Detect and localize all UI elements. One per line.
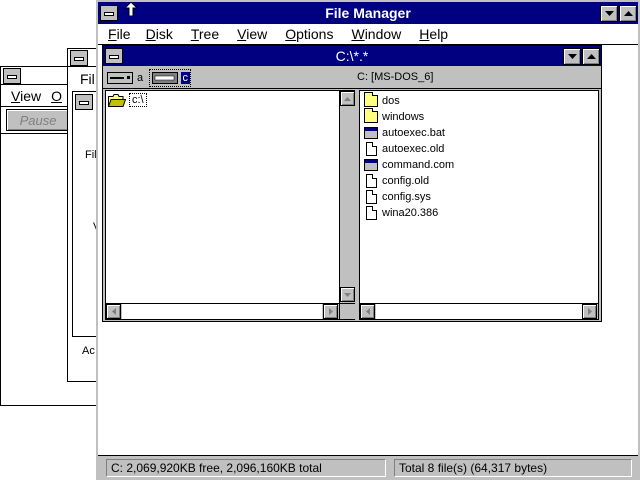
file-name: autoexec.old	[382, 143, 445, 155]
status-disk-info-text: C: 2,069,920KB free, 2,096,160KB total	[111, 461, 322, 475]
menu-file[interactable]: File	[98, 26, 137, 42]
status-file-info: Total 8 file(s) (64,317 bytes)	[394, 459, 632, 477]
left-arrow-icon	[111, 308, 116, 315]
maximize-arrow-icon	[586, 53, 596, 59]
volume-label: C: [MS-DOS_6]	[357, 71, 434, 83]
right-arrow-icon	[587, 308, 592, 315]
menu-help[interactable]: Help	[410, 26, 457, 42]
file-item[interactable]: autoexec.old	[364, 141, 444, 157]
scroll-left-button[interactable]	[360, 304, 375, 319]
scroll-right-button[interactable]	[582, 304, 597, 319]
background-window-2-text-1: Fil	[85, 149, 97, 161]
menu-o[interactable]: O	[47, 88, 66, 104]
file-list-pane: dos windows autoexec.bat autoexec.old co…	[359, 90, 599, 320]
window-title: File Manager	[325, 5, 411, 21]
status-bar: C: 2,069,920KB free, 2,096,160KB total T…	[98, 455, 638, 480]
file-manager-titlebar[interactable]: File Manager	[98, 2, 638, 24]
file-name: command.com	[382, 159, 455, 171]
file-manager-menu-bar: File Disk Tree View Options Window Help	[98, 24, 638, 45]
program-file-icon	[364, 127, 378, 139]
file-name: config.sys	[382, 191, 431, 203]
drive-a-label: a	[137, 72, 144, 84]
drive-a[interactable]: a	[107, 70, 147, 86]
scrollbar-corner	[339, 303, 355, 319]
background-window-1-menu: View O	[1, 87, 66, 105]
mouse-cursor-icon	[125, 2, 137, 16]
scroll-track[interactable]	[376, 304, 582, 319]
file-name: windows	[382, 111, 425, 123]
scroll-down-button[interactable]	[340, 287, 355, 302]
file-item[interactable]: dos	[364, 92, 400, 109]
menu-tree[interactable]: Tree	[182, 26, 228, 42]
floppy-drive-icon	[107, 72, 133, 84]
maximize-arrow-icon	[623, 10, 633, 16]
file-item[interactable]: windows	[364, 108, 425, 125]
maximize-button[interactable]	[619, 5, 637, 22]
menu-view[interactable]: View	[228, 26, 276, 42]
status-file-info-text: Total 8 file(s) (64,317 bytes)	[399, 461, 548, 475]
file-name: config.old	[382, 175, 430, 187]
tree-item-root[interactable]: c:\	[108, 92, 147, 108]
document-file-icon	[366, 174, 377, 188]
pause-button[interactable]: Pause	[6, 109, 70, 131]
system-menu-icon[interactable]	[100, 5, 118, 21]
document-file-icon	[366, 190, 377, 204]
file-list: dos windows autoexec.bat autoexec.old co…	[364, 92, 564, 293]
tree-horizontal-scrollbar[interactable]	[106, 303, 339, 319]
system-menu-icon[interactable]	[75, 94, 93, 110]
document-file-icon	[366, 206, 377, 220]
file-list-horizontal-scrollbar[interactable]	[360, 303, 598, 319]
tree-vertical-scrollbar[interactable]	[339, 91, 355, 303]
minimize-arrow-icon	[604, 10, 614, 16]
folder-icon	[364, 92, 378, 107]
file-name: wina20.386	[382, 207, 439, 219]
system-menu-icon[interactable]	[70, 50, 88, 66]
minimize-arrow-icon	[567, 53, 577, 59]
scroll-left-button[interactable]	[106, 304, 121, 319]
file-item[interactable]: command.com	[364, 157, 454, 173]
program-file-icon	[364, 159, 378, 171]
menu-disk[interactable]: Disk	[137, 26, 182, 42]
file-item[interactable]: autoexec.bat	[364, 125, 445, 141]
status-disk-info: C: 2,069,920KB free, 2,096,160KB total	[106, 459, 386, 477]
directory-window-title: C:\*.*	[335, 48, 369, 64]
tree-item-label: c:\	[129, 93, 147, 107]
down-arrow-icon	[344, 292, 351, 297]
drive-bar: a c C: [MS-DOS_6]	[103, 67, 601, 89]
file-item[interactable]: config.old	[364, 173, 429, 189]
background-window-2-text-3: Ac	[82, 345, 95, 357]
scroll-up-button[interactable]	[340, 91, 355, 106]
right-arrow-icon	[328, 308, 333, 315]
menu-window[interactable]: Window	[342, 26, 410, 42]
file-name: dos	[382, 95, 400, 107]
document-file-icon	[366, 142, 377, 156]
hard-drive-icon	[152, 72, 178, 84]
file-item[interactable]: config.sys	[364, 189, 431, 205]
scroll-track[interactable]	[122, 304, 322, 319]
system-menu-icon[interactable]	[105, 48, 123, 64]
system-menu-icon[interactable]	[3, 68, 21, 84]
open-folder-icon	[108, 93, 126, 107]
background-window-2-menu-file[interactable]: Fil	[80, 71, 95, 87]
drive-c-label: c	[180, 72, 190, 84]
menu-view[interactable]: View	[1, 88, 47, 104]
tree-pane: c:\	[105, 90, 355, 320]
directory-window: C:\*.* a c C: [MS-DOS_6] c:\ dos windows…	[102, 45, 602, 322]
directory-window-titlebar[interactable]: C:\*.*	[103, 46, 601, 66]
file-manager-window: File Manager File Disk Tree View Options…	[96, 0, 640, 480]
scroll-right-button[interactable]	[323, 304, 338, 319]
child-maximize-button[interactable]	[582, 48, 600, 65]
up-arrow-icon	[344, 96, 351, 101]
folder-icon	[364, 108, 378, 123]
menu-options[interactable]: Options	[276, 26, 342, 42]
drive-c[interactable]: c	[149, 69, 191, 87]
file-name: autoexec.bat	[382, 127, 445, 139]
file-item[interactable]: wina20.386	[364, 205, 438, 221]
left-arrow-icon	[365, 308, 370, 315]
minimize-button[interactable]	[600, 5, 618, 22]
pause-button-label: Pause	[19, 112, 57, 128]
child-minimize-button[interactable]	[563, 48, 581, 65]
